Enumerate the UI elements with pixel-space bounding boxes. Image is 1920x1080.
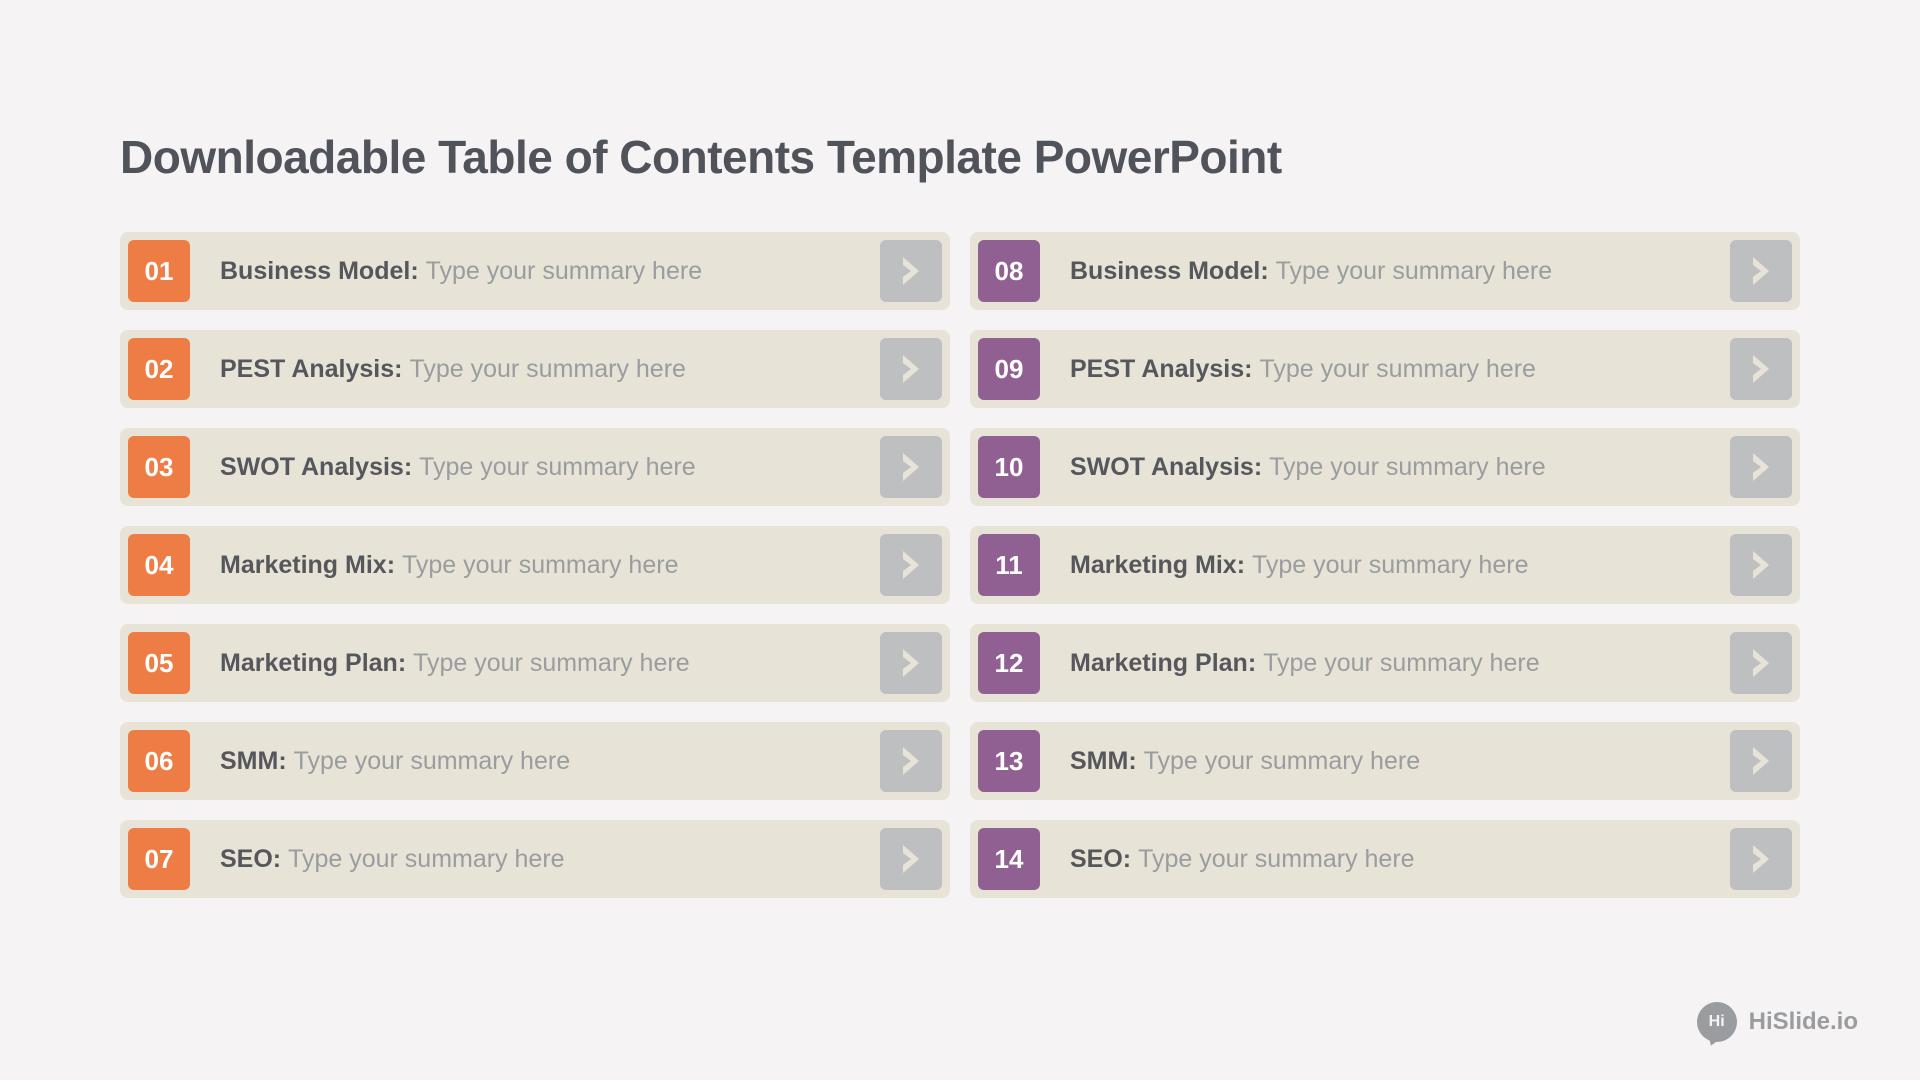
- chevron-right-icon[interactable]: [880, 632, 942, 694]
- brand-watermark: Hi HiSlide.io: [1697, 1002, 1858, 1042]
- toc-row[interactable]: 09 PEST Analysis: Type your summary here: [970, 330, 1800, 408]
- chevron-right-icon[interactable]: [880, 828, 942, 890]
- brand-name: HiSlide.io: [1749, 1008, 1858, 1036]
- toc-number-badge: 01: [128, 240, 190, 302]
- toc-number-badge: 06: [128, 730, 190, 792]
- chevron-right-icon[interactable]: [1730, 828, 1792, 890]
- toc-text: SMM: Type your summary here: [190, 747, 880, 776]
- toc-text: PEST Analysis: Type your summary here: [1040, 355, 1730, 384]
- toc-row[interactable]: 03 SWOT Analysis: Type your summary here: [120, 428, 950, 506]
- chevron-right-icon[interactable]: [1730, 632, 1792, 694]
- toc-text: SWOT Analysis: Type your summary here: [190, 453, 880, 482]
- toc-number-badge: 14: [978, 828, 1040, 890]
- toc-text: Marketing Plan: Type your summary here: [190, 649, 880, 678]
- brand-logo-icon: Hi: [1697, 1002, 1737, 1042]
- chevron-right-icon[interactable]: [880, 240, 942, 302]
- chevron-right-icon[interactable]: [1730, 338, 1792, 400]
- toc-number-badge: 08: [978, 240, 1040, 302]
- toc-row[interactable]: 02 PEST Analysis: Type your summary here: [120, 330, 950, 408]
- toc-row[interactable]: 12 Marketing Plan: Type your summary her…: [970, 624, 1800, 702]
- toc-label: SEO:: [220, 845, 281, 873]
- toc-text: Marketing Mix: Type your summary here: [1040, 551, 1730, 580]
- toc-label: Business Model:: [1070, 257, 1269, 285]
- toc-label: SWOT Analysis:: [1070, 453, 1262, 481]
- toc-label: SMM:: [220, 747, 287, 775]
- chevron-right-icon[interactable]: [1730, 730, 1792, 792]
- chevron-right-icon[interactable]: [880, 534, 942, 596]
- toc-label: SEO:: [1070, 845, 1131, 873]
- toc-summary: Type your summary here: [419, 453, 696, 481]
- toc-text: Marketing Mix: Type your summary here: [190, 551, 880, 580]
- toc-summary: Type your summary here: [1138, 845, 1415, 873]
- toc-label: Marketing Mix:: [220, 551, 395, 579]
- toc-number-badge: 10: [978, 436, 1040, 498]
- toc-row[interactable]: 14 SEO: Type your summary here: [970, 820, 1800, 898]
- toc-number-badge: 02: [128, 338, 190, 400]
- toc-label: SWOT Analysis:: [220, 453, 412, 481]
- toc-number-badge: 13: [978, 730, 1040, 792]
- toc-number-badge: 11: [978, 534, 1040, 596]
- chevron-right-icon[interactable]: [880, 338, 942, 400]
- toc-summary: Type your summary here: [413, 649, 690, 677]
- slide: Downloadable Table of Contents Template …: [0, 0, 1920, 1080]
- chevron-right-icon[interactable]: [1730, 240, 1792, 302]
- toc-columns: 01 Business Model: Type your summary her…: [120, 232, 1800, 898]
- toc-row[interactable]: 07 SEO: Type your summary here: [120, 820, 950, 898]
- toc-number-badge: 04: [128, 534, 190, 596]
- toc-text: Business Model: Type your summary here: [190, 257, 880, 286]
- toc-text: PEST Analysis: Type your summary here: [190, 355, 880, 384]
- toc-label: SMM:: [1070, 747, 1137, 775]
- toc-row[interactable]: 13 SMM: Type your summary here: [970, 722, 1800, 800]
- toc-summary: Type your summary here: [402, 551, 679, 579]
- toc-number-badge: 03: [128, 436, 190, 498]
- toc-row[interactable]: 10 SWOT Analysis: Type your summary here: [970, 428, 1800, 506]
- toc-column-left: 01 Business Model: Type your summary her…: [120, 232, 950, 898]
- chevron-right-icon[interactable]: [880, 436, 942, 498]
- toc-row[interactable]: 06 SMM: Type your summary here: [120, 722, 950, 800]
- toc-summary: Type your summary here: [1263, 649, 1540, 677]
- toc-text: SMM: Type your summary here: [1040, 747, 1730, 776]
- toc-number-badge: 07: [128, 828, 190, 890]
- chevron-right-icon[interactable]: [1730, 436, 1792, 498]
- toc-label: Marketing Mix:: [1070, 551, 1245, 579]
- toc-summary: Type your summary here: [1259, 355, 1536, 383]
- toc-number-badge: 05: [128, 632, 190, 694]
- toc-summary: Type your summary here: [1269, 453, 1546, 481]
- toc-summary: Type your summary here: [426, 257, 703, 285]
- page-title: Downloadable Table of Contents Template …: [120, 130, 1800, 184]
- toc-label: PEST Analysis:: [220, 355, 402, 383]
- toc-summary: Type your summary here: [1144, 747, 1421, 775]
- toc-text: SEO: Type your summary here: [190, 845, 880, 874]
- toc-text: SEO: Type your summary here: [1040, 845, 1730, 874]
- toc-summary: Type your summary here: [1252, 551, 1529, 579]
- toc-row[interactable]: 01 Business Model: Type your summary her…: [120, 232, 950, 310]
- toc-row[interactable]: 05 Marketing Plan: Type your summary her…: [120, 624, 950, 702]
- toc-label: Marketing Plan:: [1070, 649, 1256, 677]
- toc-summary: Type your summary here: [409, 355, 686, 383]
- toc-text: SWOT Analysis: Type your summary here: [1040, 453, 1730, 482]
- toc-text: Business Model: Type your summary here: [1040, 257, 1730, 286]
- toc-row[interactable]: 08 Business Model: Type your summary her…: [970, 232, 1800, 310]
- toc-number-badge: 12: [978, 632, 1040, 694]
- chevron-right-icon[interactable]: [880, 730, 942, 792]
- toc-label: PEST Analysis:: [1070, 355, 1252, 383]
- chevron-right-icon[interactable]: [1730, 534, 1792, 596]
- toc-summary: Type your summary here: [1276, 257, 1553, 285]
- toc-label: Business Model:: [220, 257, 419, 285]
- toc-summary: Type your summary here: [288, 845, 565, 873]
- toc-row[interactable]: 04 Marketing Mix: Type your summary here: [120, 526, 950, 604]
- toc-label: Marketing Plan:: [220, 649, 406, 677]
- toc-summary: Type your summary here: [294, 747, 571, 775]
- toc-row[interactable]: 11 Marketing Mix: Type your summary here: [970, 526, 1800, 604]
- toc-number-badge: 09: [978, 338, 1040, 400]
- toc-column-right: 08 Business Model: Type your summary her…: [970, 232, 1800, 898]
- toc-text: Marketing Plan: Type your summary here: [1040, 649, 1730, 678]
